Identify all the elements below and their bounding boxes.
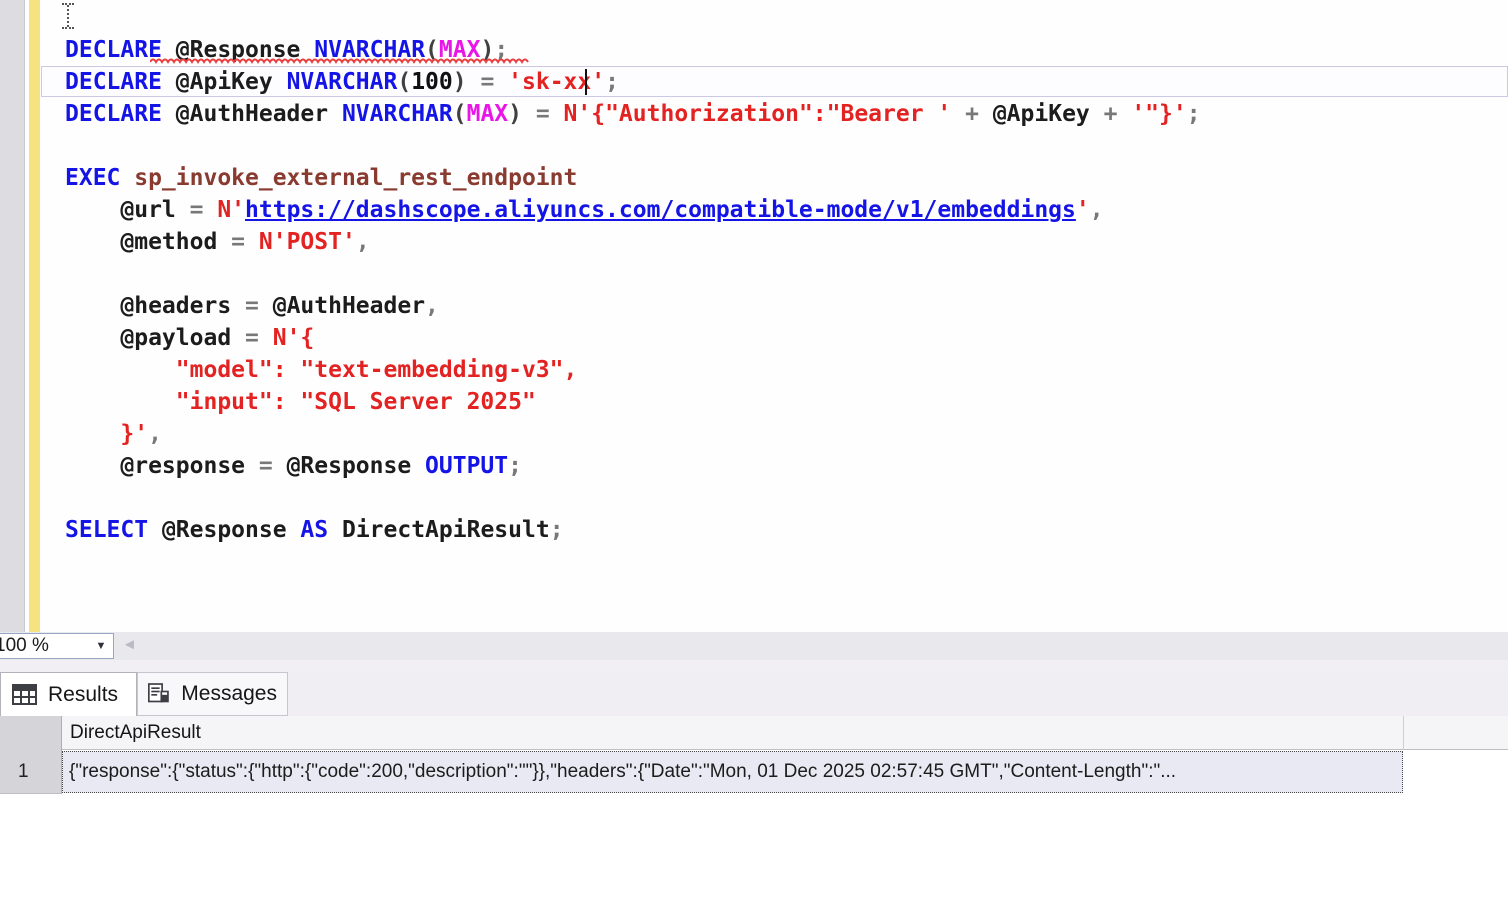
results-tabbar: Results Messages <box>0 672 1508 716</box>
code-line: }', <box>0 418 1508 450</box>
ibeam-mouse-cursor <box>60 3 76 29</box>
chevron-down-icon[interactable]: ▼ <box>89 640 113 652</box>
code-line: @url = N'https://dashscope.aliyuncs.com/… <box>0 194 1508 226</box>
code-line: "input": "SQL Server 2025" <box>0 386 1508 418</box>
editor-zoom-combo[interactable]: 100 % ▼ <box>0 633 114 659</box>
result-cell-json[interactable]: {"response":{"status":{"http":{"code":20… <box>62 751 1403 793</box>
text-caret <box>585 69 587 95</box>
code-line: @response = @Response OUTPUT; <box>0 450 1508 482</box>
code-line: DECLARE @AuthHeader NVARCHAR(MAX) = N'{"… <box>0 98 1508 130</box>
results-grid: DirectApiResult 1 {"response":{"status":… <box>0 716 1508 912</box>
code-line: EXEC sp_invoke_external_rest_endpoint <box>0 162 1508 194</box>
tab-messages-label: Messages <box>181 682 277 706</box>
code-line: @method = N'POST', <box>0 226 1508 258</box>
tab-results[interactable]: Results <box>0 672 137 716</box>
tab-results-label: Results <box>48 683 118 707</box>
code-line <box>0 482 1508 514</box>
code-line <box>0 258 1508 290</box>
code-line: @headers = @AuthHeader, <box>0 290 1508 322</box>
table-row: 1 {"response":{"status":{"http":{"code":… <box>0 750 1508 794</box>
hyperlink-url[interactable]: https://dashscope.aliyuncs.com/compatibl… <box>245 197 1076 223</box>
column-header-directapiresult[interactable]: DirectApiResult <box>62 716 1404 750</box>
code-line <box>0 130 1508 162</box>
editor-bottom-bar: 100 % ▼ ◄ <box>0 632 1508 660</box>
sql-code[interactable]: DECLARE @Response NVARCHAR(MAX);DECLARE … <box>0 34 1508 546</box>
messages-icon <box>148 681 171 707</box>
code-line: @payload = N'{ <box>0 322 1508 354</box>
scroll-left-icon[interactable]: ◄ <box>122 636 137 653</box>
results-grid-icon <box>11 683 38 706</box>
sql-editor[interactable]: DECLARE @Response NVARCHAR(MAX);DECLARE … <box>0 0 1508 632</box>
results-splitter[interactable] <box>0 660 1508 672</box>
tab-messages[interactable]: Messages <box>137 672 288 716</box>
ssms-window: DECLARE @Response NVARCHAR(MAX);DECLARE … <box>0 0 1508 912</box>
code-line: "model": "text-embedding-v3", <box>0 354 1508 386</box>
code-line: SELECT @Response AS DirectApiResult; <box>0 514 1508 546</box>
error-squiggle <box>150 58 532 65</box>
code-line: DECLARE @ApiKey NVARCHAR(100) = 'sk-xx'; <box>0 66 1508 98</box>
editor-zoom-value: 100 % <box>0 635 89 657</box>
grid-header-row: DirectApiResult <box>0 716 1508 750</box>
grid-corner-cell[interactable] <box>0 716 62 750</box>
row-number[interactable]: 1 <box>0 750 62 794</box>
